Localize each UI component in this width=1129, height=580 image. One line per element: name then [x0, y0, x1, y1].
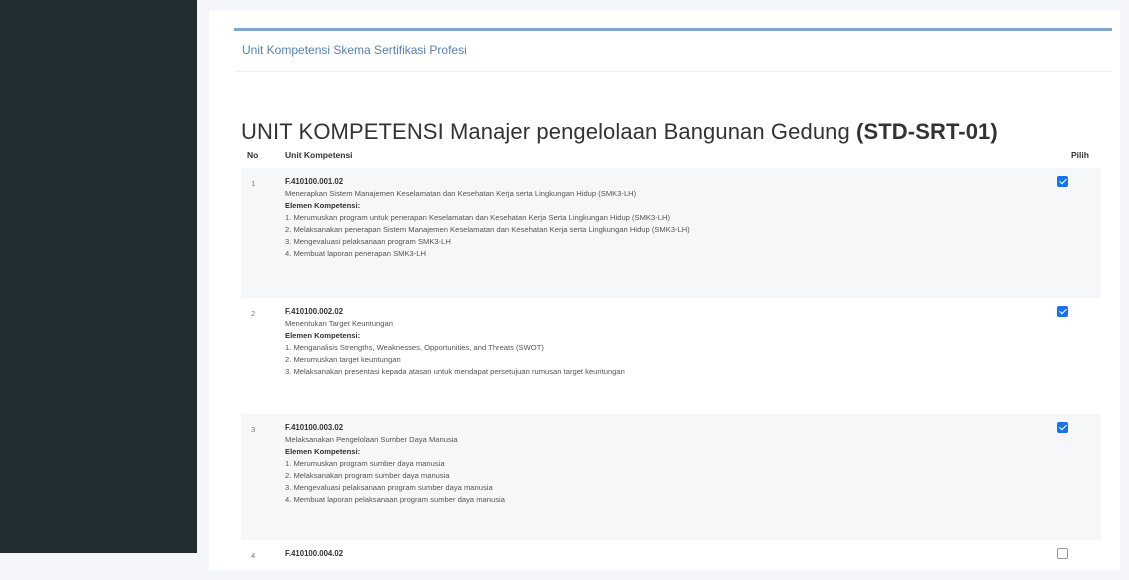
table-header: No Unit Kompetensi Pilih [241, 142, 1101, 168]
unit-name: Menentukan Target Keuntungan [285, 319, 393, 328]
pilih-checkbox[interactable] [1057, 548, 1068, 559]
row-number: 4 [251, 551, 256, 560]
unit-kompetensi-table: No Unit Kompetensi Pilih 1 F.410100.001.0… [241, 142, 1101, 580]
unit-details: F.410100.004.02 [285, 548, 1045, 560]
card-header: Unit Kompetensi Skema Sertifikasi Profes… [234, 28, 1112, 71]
content-card: Unit Kompetensi Skema Sertifikasi Profes… [209, 10, 1120, 570]
table-row: 4 F.410100.004.02 [241, 540, 1101, 580]
unit-code: F.410100.001.02 [285, 177, 344, 186]
card-title: Unit Kompetensi Skema Sertifikasi Profes… [242, 43, 467, 57]
unit-code: F.410100.002.02 [285, 307, 344, 316]
row-number: 1 [251, 179, 256, 188]
unit-code: F.410100.004.02 [285, 549, 344, 558]
pilih-checkbox[interactable] [1057, 306, 1068, 317]
element-heading: Elemen Kompetensi: [285, 331, 361, 340]
main-content: Unit Kompetensi Skema Sertifikasi Profes… [197, 0, 1129, 570]
unit-name: Menerapkan Sistem Manajemen Keselamatan … [285, 189, 637, 198]
element-item: 2. Melaksanakan penerapan Sistem Manajem… [285, 225, 690, 234]
table-body: 1 F.410100.001.02 Menerapkan Sistem Manaje… [241, 168, 1101, 580]
row-number: 3 [251, 425, 256, 434]
element-item: 4. Membuat laporan penerapan SMK3-LH [285, 249, 426, 258]
element-heading: Elemen Kompetensi: [285, 201, 361, 210]
page-title-main: UNIT KOMPETENSI Manajer pengelolaan Bang… [241, 119, 857, 144]
row-number: 2 [251, 309, 256, 318]
unit-name: Melaksanakan Pengelolaan Sumber Daya Man… [285, 435, 458, 444]
table-row: 3 F.410100.003.02 Melaksanakan Pengelolaan… [241, 414, 1101, 540]
element-item: 1. Merumuskan program sumber daya manusi… [285, 459, 445, 468]
sidebar [0, 0, 197, 553]
unit-details: F.410100.002.02 Menentukan Target Keuntun… [285, 306, 1045, 378]
page-title-code: (STD-SRT-01) [856, 119, 998, 144]
pilih-checkbox[interactable] [1057, 176, 1068, 187]
element-item: 3. Melaksanakan presentasi kepada atasan… [285, 367, 625, 376]
pilih-checkbox[interactable] [1057, 422, 1068, 433]
table-row: 2 F.410100.002.02 Menentukan Target Keuntu… [241, 298, 1101, 414]
element-item: 4. Membuat laporan pelaksanaan program s… [285, 495, 505, 504]
table-row: 1 F.410100.001.02 Menerapkan Sistem Manaje… [241, 168, 1101, 298]
element-item: 2. Merumuskan target keuntungan [285, 355, 401, 364]
element-heading: Elemen Kompetensi: [285, 447, 361, 456]
unit-code: F.410100.003.02 [285, 423, 344, 432]
header-pilih: Pilih [1071, 150, 1089, 160]
element-item: 1. Merumuskan program untuk penerapan Ke… [285, 213, 670, 222]
unit-details: F.410100.001.02 Menerapkan Sistem Manajem… [285, 176, 1045, 260]
unit-details: F.410100.003.02 Melaksanakan Pengelolaan … [285, 422, 1045, 506]
element-item: 3. Mengevaluasi pelaksanaan program sumb… [285, 483, 493, 492]
element-item: 1. Menganalisis Strengths, Weaknesses, O… [285, 343, 544, 352]
element-item: 3. Mengevaluasi pelaksanaan program SMK3… [285, 237, 451, 246]
header-unit-kompetensi: Unit Kompetensi [285, 150, 353, 160]
header-no: No [247, 150, 259, 160]
element-item: 2. Melaksanakan program sumber daya manu… [285, 471, 450, 480]
